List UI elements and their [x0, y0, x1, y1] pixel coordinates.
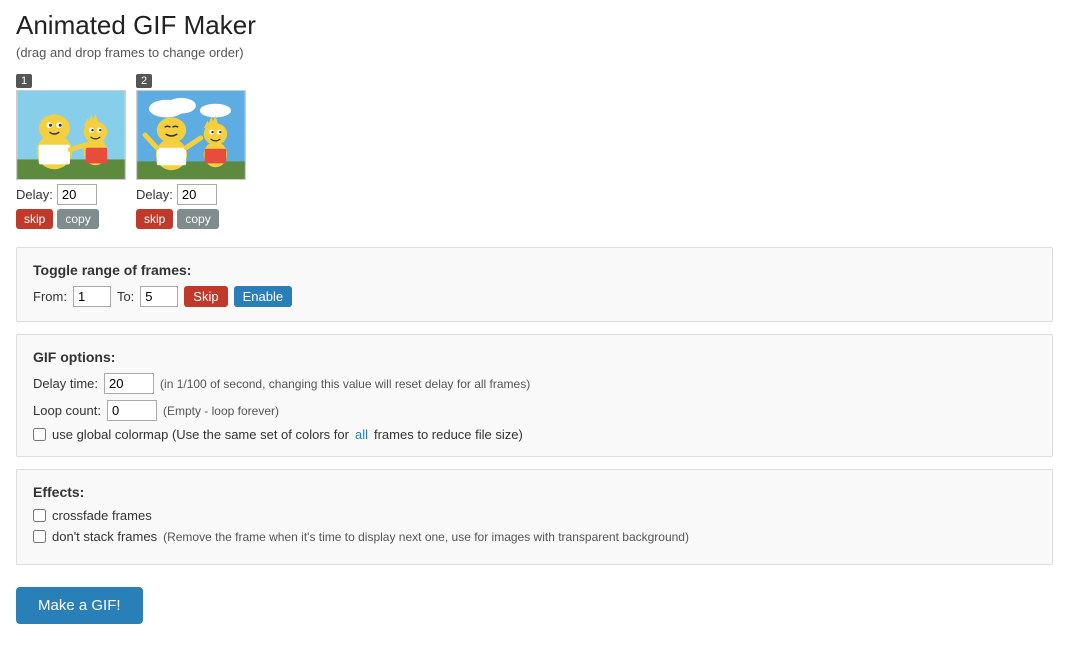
page-title: Animated GIF Maker: [16, 10, 1053, 41]
range-enable-button[interactable]: Enable: [234, 286, 292, 307]
colormap-checkbox[interactable]: [33, 428, 46, 441]
colormap-label: use global colormap (Use the same set of…: [52, 427, 349, 442]
range-skip-button[interactable]: Skip: [184, 286, 227, 307]
toggle-range-panel: Toggle range of frames: From: To: Skip E…: [16, 247, 1053, 322]
loop-count-row: Loop count: (Empty - loop forever): [33, 400, 1036, 421]
gif-options-panel: GIF options: Delay time: (in 1/100 of se…: [16, 334, 1053, 457]
frame-image-2: [136, 90, 246, 180]
delay-time-note: (in 1/100 of second, changing this value…: [160, 377, 530, 391]
crossfade-label: crossfade frames: [52, 508, 152, 523]
page-subtitle: (drag and drop frames to change order): [16, 45, 1053, 60]
colormap-row: use global colormap (Use the same set of…: [33, 427, 1036, 442]
frame-delay-input-2[interactable]: [177, 184, 217, 205]
frame-skip-button-1[interactable]: skip: [16, 209, 53, 229]
frame-actions-2: skip copy: [136, 209, 219, 229]
toggle-range-title: Toggle range of frames:: [33, 262, 1036, 278]
crossfade-checkbox[interactable]: [33, 509, 46, 522]
dont-stack-label: don't stack frames: [52, 529, 157, 544]
frames-row: 1: [16, 74, 1053, 229]
delay-time-input[interactable]: [104, 373, 154, 394]
frame-delay-label-1: Delay:: [16, 187, 53, 202]
dont-stack-row: don't stack frames (Remove the frame whe…: [33, 529, 1036, 544]
colormap-link[interactable]: all: [355, 427, 368, 442]
frame-delay-input-1[interactable]: [57, 184, 97, 205]
dont-stack-checkbox[interactable]: [33, 530, 46, 543]
frame-skip-button-2[interactable]: skip: [136, 209, 173, 229]
frame-card-1: 1: [16, 74, 126, 229]
frame-card-2: 2: [136, 74, 246, 229]
effects-title: Effects:: [33, 484, 1036, 500]
frame-delay-row-1: Delay:: [16, 184, 97, 205]
dont-stack-note: (Remove the frame when it's time to disp…: [163, 530, 689, 544]
toggle-range-row: From: To: Skip Enable: [33, 286, 1036, 307]
to-label: To:: [117, 289, 134, 304]
frame-copy-button-1[interactable]: copy: [57, 209, 98, 229]
frame-actions-1: skip copy: [16, 209, 99, 229]
frame-delay-label-2: Delay:: [136, 187, 173, 202]
frame-image-1: [16, 90, 126, 180]
loop-count-label: Loop count:: [33, 403, 101, 418]
crossfade-row: crossfade frames: [33, 508, 1036, 523]
to-input[interactable]: [140, 286, 178, 307]
frame-copy-button-2[interactable]: copy: [177, 209, 218, 229]
from-input[interactable]: [73, 286, 111, 307]
loop-count-input[interactable]: [107, 400, 157, 421]
delay-time-label: Delay time:: [33, 376, 98, 391]
effects-panel: Effects: crossfade frames don't stack fr…: [16, 469, 1053, 565]
delay-time-row: Delay time: (in 1/100 of second, changin…: [33, 373, 1036, 394]
frame-number-1: 1: [16, 74, 32, 88]
frame-number-2: 2: [136, 74, 152, 88]
loop-count-note: (Empty - loop forever): [163, 404, 279, 418]
colormap-label2: frames to reduce file size): [374, 427, 523, 442]
from-label: From:: [33, 289, 67, 304]
frame-delay-row-2: Delay:: [136, 184, 217, 205]
make-gif-button[interactable]: Make a GIF!: [16, 587, 143, 624]
gif-options-title: GIF options:: [33, 349, 1036, 365]
